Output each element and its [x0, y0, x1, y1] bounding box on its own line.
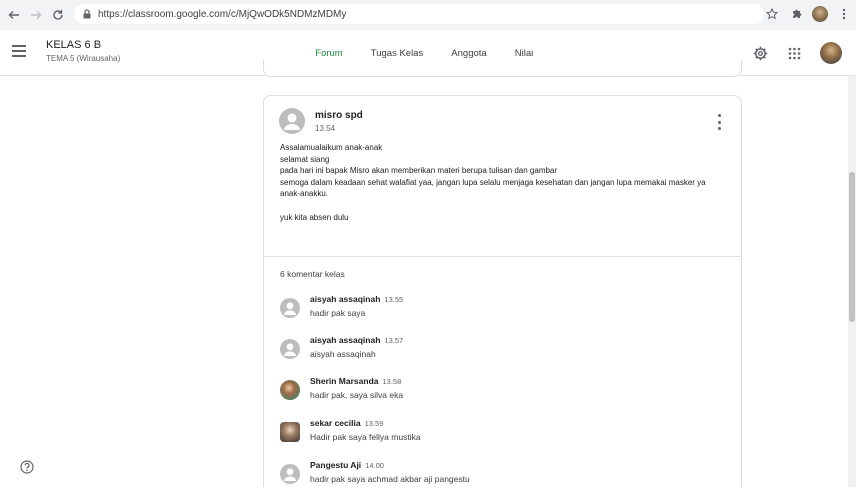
comment-text: Hadir pak saya fellya mustika — [310, 432, 421, 442]
reload-icon[interactable] — [50, 7, 66, 23]
comment-author: aisyah assaqinah — [310, 335, 381, 345]
user-photo-avatar — [280, 380, 300, 400]
comment-text: hadir pak saya achmad akbar aji pangestu — [310, 474, 470, 484]
comment-author: Sherin Marsanda — [310, 376, 379, 386]
user-avatar[interactable] — [820, 42, 842, 64]
comment-time: 14.00 — [365, 461, 384, 470]
profile-avatar[interactable] — [812, 6, 828, 22]
gear-icon[interactable] — [752, 45, 768, 61]
lock-icon — [83, 9, 91, 19]
comment-text: hadir pak saya — [310, 308, 366, 318]
comment-text: hadir pak, saya silva eka — [310, 390, 404, 400]
default-avatar-icon — [279, 108, 305, 134]
comment-time: 13.58 — [382, 377, 402, 386]
more-options-icon[interactable] — [715, 114, 723, 130]
comment-item: aisyah assaqinah 13.57 aisyah assaqinah — [280, 335, 720, 371]
browser-menu-icon[interactable] — [836, 6, 852, 22]
post-body: Assalamualaikum anak-anak selamat siang … — [280, 142, 730, 223]
user-photo-avatar — [280, 422, 300, 442]
comment-time: 13.57 — [384, 336, 404, 345]
comment-author: Pangestu Aji — [310, 460, 362, 470]
comment-item: Pangestu Aji 14.00 hadir pak saya achmad … — [280, 460, 720, 487]
post-line: Assalamualaikum anak-anak — [280, 143, 383, 152]
back-icon[interactable] — [6, 7, 22, 23]
extensions-icon[interactable] — [788, 6, 804, 22]
default-avatar-icon — [280, 464, 300, 484]
scrollbar-thumb[interactable] — [849, 172, 855, 322]
comment-item: aisyah assaqinah 13.55 hadir pak saya — [280, 294, 720, 330]
post-time: 13.54 — [315, 124, 336, 133]
apps-grid-icon[interactable] — [786, 45, 802, 61]
comment-time: 13.55 — [384, 295, 404, 304]
comment-author: sekar cecilia — [310, 418, 361, 428]
url-text: https://classroom.google.com/c/MjQwODk5N… — [98, 8, 347, 20]
post-line: semoga dalam keadaan sehat walafiat yaa,… — [280, 177, 706, 187]
browser-toolbar: https://classroom.google.com/c/MjQwODk5N… — [0, 0, 856, 30]
post-author[interactable]: misro spd — [315, 110, 363, 121]
default-avatar-icon — [280, 339, 300, 359]
post-line: yuk kita absen dulu — [280, 212, 349, 222]
address-bar[interactable]: https://classroom.google.com/c/MjQwODk5N… — [74, 4, 764, 24]
class-title[interactable]: KELAS 6 B — [46, 39, 101, 51]
star-icon[interactable] — [764, 6, 780, 22]
comment-time: 13.59 — [364, 419, 384, 428]
comment-item: Sherin Marsanda 13.58 hadir pak, saya sil… — [280, 376, 720, 412]
page-scrollbar[interactable] — [848, 76, 856, 487]
stream-post-card: misro spd 13.54 Assalamualaikum anak-ana… — [263, 95, 742, 487]
post-line: pada hari ini bapak Misro akan memberika… — [280, 166, 558, 176]
help-icon[interactable] — [20, 460, 34, 474]
class-subtitle: TEMA 5 (Wirausaha) — [46, 54, 121, 63]
comment-author: aisyah assaqinah — [310, 294, 381, 304]
post-line: selamat siang — [280, 154, 330, 164]
class-comments-count[interactable]: 6 komentar kelas — [280, 269, 345, 279]
post-line — [280, 200, 730, 212]
divider — [264, 256, 741, 257]
default-avatar-icon — [280, 298, 300, 318]
post-line: anak-anakku. — [280, 189, 329, 199]
comment-item: sekar cecilia 13.59 Hadir pak saya fellya… — [280, 418, 720, 454]
comment-text: aisyah assaqinah — [310, 349, 376, 359]
forward-icon[interactable] — [28, 7, 44, 23]
previous-post-card — [263, 60, 742, 77]
hamburger-menu-icon[interactable] — [12, 45, 26, 57]
